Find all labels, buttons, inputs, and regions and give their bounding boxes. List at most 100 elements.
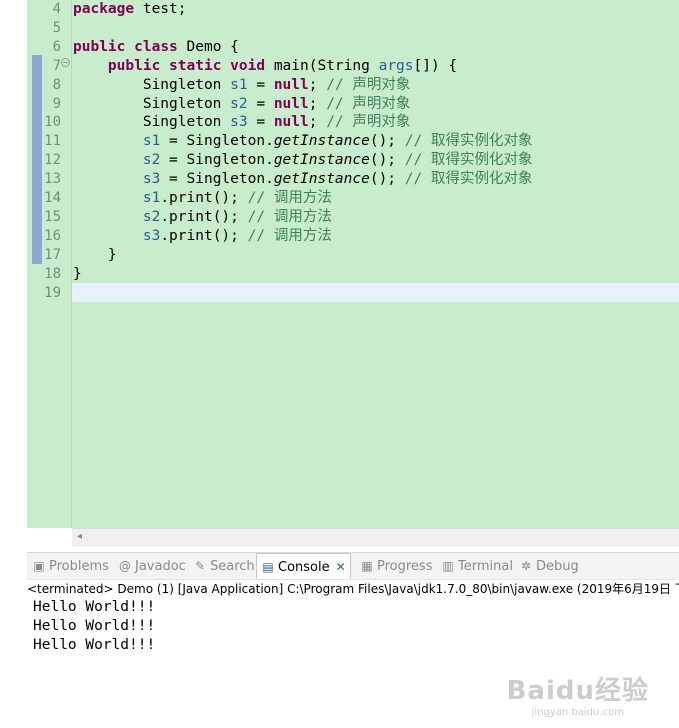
tab-console[interactable]: ▤ Console ✕ bbox=[256, 553, 351, 580]
line-number: 4 bbox=[52, 1, 61, 17]
code-line[interactable]: s3 = Singleton.getInstance(); // 取得实例化对象 bbox=[73, 170, 533, 189]
code-line[interactable]: s1 = Singleton.getInstance(); // 取得实例化对象 bbox=[73, 132, 533, 151]
tab-label: Debug bbox=[536, 559, 579, 574]
code-editor[interactable]: − 4 5 6 7 8 9 10 11 12 13 14 15 16 17 18 19 package tes… bbox=[0, 0, 679, 528]
code-line[interactable]: package test; bbox=[73, 0, 187, 19]
code-line[interactable]: s2 = Singleton.getInstance(); // 取得实例化对象 bbox=[73, 151, 533, 170]
code-token: s2 bbox=[230, 95, 248, 112]
code-token: 调用方法 bbox=[273, 208, 332, 225]
progress-icon: ▦ bbox=[361, 559, 373, 573]
code-line[interactable]: } bbox=[73, 265, 82, 284]
line-number: 8 bbox=[52, 76, 61, 93]
horizontal-scrollbar[interactable]: ◂ bbox=[72, 528, 679, 547]
watermark-sub: jingyan.baidu.com bbox=[531, 707, 624, 718]
line-number: 16 bbox=[44, 227, 61, 244]
tab-label: Progress bbox=[377, 559, 433, 574]
code-token: = Singleton. bbox=[160, 171, 274, 188]
console-output-line: Hello World!!! bbox=[33, 618, 156, 634]
code-token: null bbox=[273, 95, 309, 112]
line-number: 17 bbox=[44, 246, 61, 263]
tab-progress[interactable]: ▦ Progress bbox=[360, 553, 432, 579]
javadoc-icon: @ bbox=[119, 559, 131, 573]
search-icon: ✎ bbox=[194, 559, 206, 573]
code-token: s1 bbox=[142, 133, 161, 150]
collapse-icon[interactable]: − bbox=[61, 58, 70, 67]
code-token: Singleton bbox=[73, 114, 231, 131]
code-token: getInstance bbox=[273, 152, 370, 169]
terminal-icon: ▥ bbox=[442, 559, 454, 573]
code-token: = bbox=[247, 95, 274, 112]
code-token: package bbox=[73, 1, 135, 17]
watermark-logo: Baidu经验 jingyan.baidu.com bbox=[507, 670, 649, 718]
code-token: getInstance bbox=[273, 133, 370, 150]
code-token: = bbox=[247, 114, 274, 131]
tab-terminal[interactable]: ▥ Terminal bbox=[441, 553, 513, 579]
code-line[interactable]: s2.print(); // 调用方法 bbox=[73, 208, 332, 227]
line-number: 6 bbox=[52, 38, 61, 55]
code-token: // bbox=[326, 76, 353, 93]
console-output-line: Hello World!!! bbox=[33, 599, 156, 615]
close-tab-icon[interactable]: ✕ bbox=[336, 560, 346, 574]
tab-label: Search bbox=[210, 559, 255, 574]
current-line-highlight bbox=[72, 283, 679, 302]
line-number: 15 bbox=[44, 208, 61, 225]
tab-problems[interactable]: ▣ Problems bbox=[32, 553, 109, 579]
code-token: public bbox=[73, 38, 126, 55]
code-token: // bbox=[247, 208, 274, 225]
code-line[interactable]: s3.print(); // 调用方法 bbox=[73, 227, 332, 246]
code-token: s1 bbox=[142, 190, 161, 206]
code-token: = Singleton. bbox=[160, 133, 274, 150]
code-token: main(String bbox=[265, 57, 379, 74]
code-token: // bbox=[404, 171, 431, 188]
line-number: 10 bbox=[44, 114, 61, 131]
code-token: s3 bbox=[230, 114, 248, 131]
code-token: // bbox=[326, 95, 353, 112]
code-token: s2 bbox=[142, 208, 161, 225]
code-token: test; bbox=[134, 1, 187, 17]
code-token: args bbox=[378, 57, 414, 74]
code-token: static bbox=[169, 57, 222, 74]
tab-javadoc[interactable]: @ Javadoc bbox=[118, 553, 186, 579]
problems-icon: ▣ bbox=[33, 559, 45, 573]
code-token: 取得实例化对象 bbox=[430, 152, 533, 169]
code-line[interactable]: public static void main(String args[]) { bbox=[73, 57, 457, 76]
tab-debug[interactable]: ✲ Debug bbox=[519, 553, 579, 579]
console-status: <terminated> Demo (1) [Java Application]… bbox=[27, 579, 679, 598]
tab-label: Terminal bbox=[458, 559, 513, 574]
tab-label: Console bbox=[278, 560, 330, 575]
scroll-left-icon[interactable]: ◂ bbox=[77, 531, 82, 542]
code-token: class bbox=[134, 38, 178, 55]
code-token: 声明对象 bbox=[352, 95, 411, 112]
line-number: 5 bbox=[52, 19, 61, 36]
code-token: Demo { bbox=[177, 38, 239, 55]
code-token: (); bbox=[369, 152, 405, 169]
tab-search[interactable]: ✎ Search bbox=[193, 553, 255, 579]
code-token: s1 bbox=[230, 76, 248, 93]
line-number: 7 bbox=[52, 57, 61, 74]
code-line[interactable]: public class Demo { bbox=[73, 38, 239, 57]
code-line[interactable]: Singleton s3 = null; // 声明对象 bbox=[73, 113, 411, 132]
code-token: } bbox=[73, 246, 117, 263]
code-token: null bbox=[273, 114, 309, 131]
code-line[interactable]: s1.print(); // 调用方法 bbox=[73, 189, 332, 208]
code-token: 声明对象 bbox=[352, 76, 411, 93]
code-line[interactable]: Singleton s2 = null; // 声明对象 bbox=[73, 95, 411, 114]
code-token: 调用方法 bbox=[273, 190, 332, 206]
code-line[interactable]: } bbox=[73, 246, 117, 265]
code-token: .print(); bbox=[160, 227, 248, 244]
code-token: = bbox=[247, 76, 274, 93]
tab-label: Javadoc bbox=[135, 559, 186, 574]
code-line[interactable]: Singleton s1 = null; // 声明对象 bbox=[73, 76, 411, 95]
line-number: 18 bbox=[44, 265, 61, 282]
code-token: []) { bbox=[413, 57, 458, 74]
console-icon: ▤ bbox=[262, 560, 274, 574]
code-token: ; bbox=[308, 95, 327, 112]
